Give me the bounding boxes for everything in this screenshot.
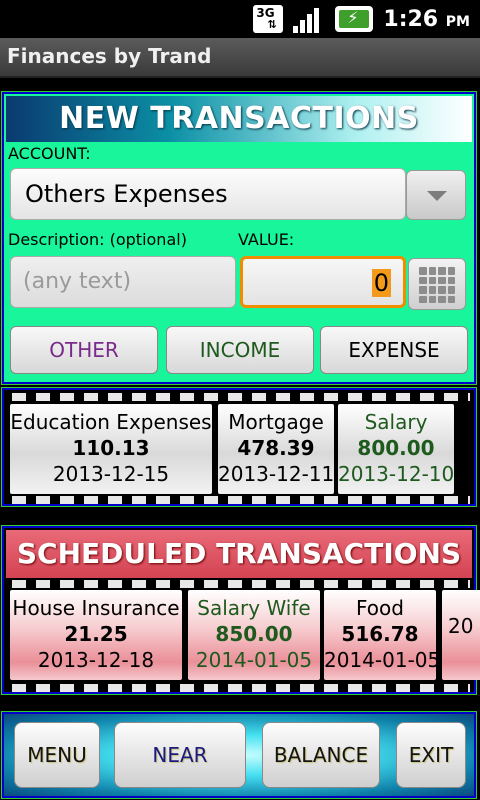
recent-transactions-strip[interactable]: Education Expenses 110.13 2013-12-15 Mor…: [1, 387, 477, 507]
transaction-name: Salary Wife: [197, 596, 311, 620]
battery-charging-icon: [335, 6, 374, 32]
calculator-button[interactable]: [408, 258, 466, 310]
account-dropdown-button[interactable]: [406, 170, 466, 220]
transaction-name: Mortgage: [228, 410, 324, 434]
new-transactions-panel: NEW TRANSACTIONS ACCOUNT: Others Expense…: [1, 91, 477, 385]
value-text: 0: [371, 269, 391, 297]
scheduled-transaction-card[interactable]: House Insurance 21.25 2013-12-18: [10, 590, 182, 680]
exit-button[interactable]: EXIT: [396, 722, 466, 788]
status-bar: 3G ⇅ 1:26 PM: [0, 0, 480, 38]
scheduled-transactions-panel: SCHEDULED TRANSACTIONS House Insurance 2…: [1, 525, 480, 695]
status-clock: 1:26 PM: [383, 7, 470, 32]
transaction-date: 20: [448, 614, 474, 638]
clock-ampm: PM: [445, 13, 470, 30]
network-3g-icon: 3G ⇅: [253, 5, 284, 33]
scheduled-transaction-card[interactable]: Food 516.78 2014-01-05: [324, 590, 441, 680]
transaction-amount: 516.78: [341, 622, 419, 646]
signal-strength-icon: [293, 5, 325, 33]
app-title: Finances by Trand: [7, 44, 212, 68]
film-holes-top: [8, 580, 470, 588]
transaction-amount: 21.25: [64, 622, 128, 646]
recent-transaction-card[interactable]: Mortgage 478.39 2013-12-11: [218, 404, 334, 494]
transaction-date: 2014-01-05: [324, 648, 441, 672]
income-button[interactable]: INCOME: [166, 326, 314, 374]
balance-button[interactable]: BALANCE: [262, 722, 380, 788]
app-title-bar: Finances by Trand: [0, 38, 480, 78]
value-input[interactable]: 0: [240, 256, 406, 308]
transaction-amount: 800.00: [357, 436, 435, 460]
description-input[interactable]: (any text): [10, 256, 236, 308]
menu-button[interactable]: MENU: [14, 722, 100, 788]
transaction-name: Food: [356, 596, 404, 620]
status-icons: 3G ⇅ 1:26 PM: [253, 2, 470, 36]
transaction-date: 2013-12-11: [218, 462, 335, 486]
description-placeholder: (any text): [23, 269, 132, 294]
transaction-amount: 478.39: [237, 436, 315, 460]
scheduled-transaction-card-partial[interactable]: 20: [442, 590, 480, 680]
account-label: ACCOUNT:: [8, 144, 91, 163]
scheduled-transactions-title: SCHEDULED TRANSACTIONS: [16, 537, 462, 570]
scheduled-transaction-card[interactable]: Salary Wife 850.00 2014-01-05: [188, 590, 320, 680]
transaction-date: 2013-12-18: [37, 648, 155, 672]
account-spinner[interactable]: Others Expenses: [10, 168, 406, 220]
transaction-amount: 110.13: [72, 436, 150, 460]
calculator-icon: [419, 267, 455, 303]
transaction-name: House Insurance: [12, 596, 180, 620]
clock-time: 1:26: [383, 6, 439, 32]
expense-button[interactable]: EXPENSE: [320, 326, 468, 374]
film-holes-bottom: [8, 684, 470, 692]
transaction-name: Salary: [364, 410, 428, 434]
transaction-amount: 850.00: [215, 622, 293, 646]
transaction-date: 2013-12-10: [338, 462, 455, 486]
transaction-name: Education Expenses: [10, 410, 212, 434]
new-transactions-title: NEW TRANSACTIONS: [59, 101, 419, 136]
recent-transaction-card[interactable]: Salary 800.00 2013-12-10: [338, 404, 454, 494]
recent-transaction-card[interactable]: Education Expenses 110.13 2013-12-15: [10, 404, 212, 494]
film-holes-top: [8, 393, 470, 401]
near-button[interactable]: NEAR: [114, 722, 246, 788]
transaction-date: 2014-01-05: [195, 648, 313, 672]
chevron-down-icon: [427, 191, 447, 201]
transaction-date: 2013-12-15: [52, 462, 170, 486]
account-selected-value: Others Expenses: [25, 180, 228, 208]
scheduled-transactions-header: SCHEDULED TRANSACTIONS: [6, 530, 472, 578]
new-transactions-header: NEW TRANSACTIONS: [6, 96, 472, 142]
bottom-action-bar: MENU NEAR BALANCE EXIT: [1, 711, 477, 799]
film-holes-bottom: [8, 496, 470, 504]
description-label: Description: (optional): [8, 230, 187, 249]
other-button[interactable]: OTHER: [10, 326, 158, 374]
value-label: VALUE:: [238, 230, 295, 249]
